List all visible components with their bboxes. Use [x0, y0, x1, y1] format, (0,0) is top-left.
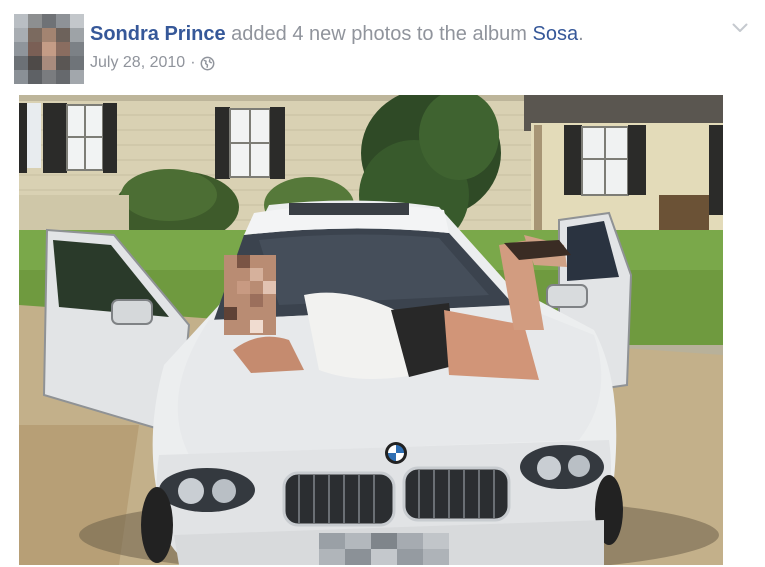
post-header: Sondra Prince added 4 new photos to the … — [90, 21, 710, 47]
avatar[interactable] — [14, 14, 84, 84]
chevron-down-icon[interactable] — [731, 20, 749, 36]
header-punctuation: . — [578, 23, 584, 45]
photo-illustration — [19, 95, 723, 565]
post-meta: July 28, 2010 · — [90, 52, 215, 74]
album-link[interactable]: Sosa — [533, 23, 579, 45]
action-text: added 4 new photos to the album — [231, 23, 527, 45]
author-link[interactable]: Sondra Prince — [90, 23, 226, 45]
post-photo[interactable] — [19, 95, 723, 565]
globe-icon[interactable] — [200, 56, 215, 71]
feed-post: Sondra Prince added 4 new photos to the … — [0, 0, 765, 567]
post-date[interactable]: July 28, 2010 — [90, 52, 185, 74]
pixelated-profile-picture — [14, 14, 84, 84]
meta-separator: · — [190, 54, 196, 71]
